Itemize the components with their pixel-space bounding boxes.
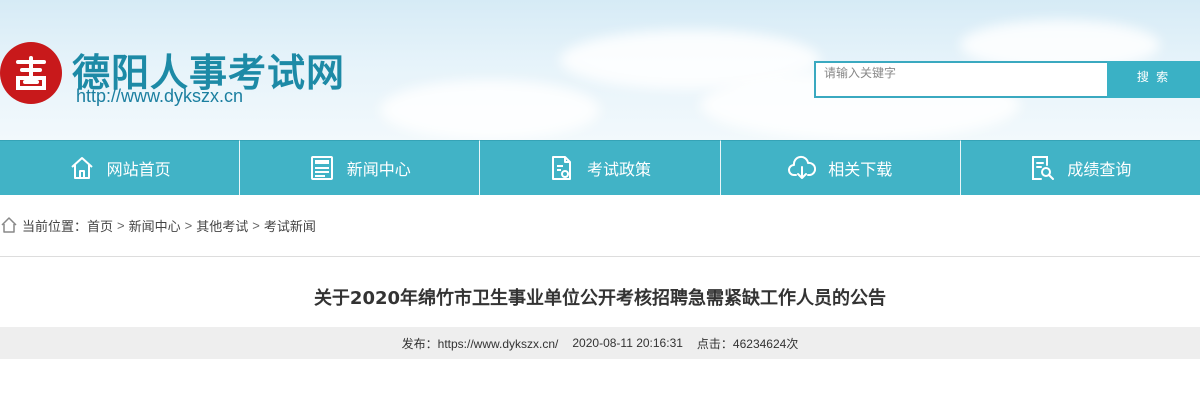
breadcrumb-item-news[interactable]: 新闻中心 — [129, 216, 181, 235]
search-document-icon — [1032, 156, 1055, 180]
article-publisher: 发布：https://www.dykszx.cn/ — [401, 336, 559, 351]
breadcrumb-item-other-exams[interactable]: 其他考试 — [196, 216, 248, 235]
breadcrumb-item-exam-news[interactable]: 考试新闻 — [264, 216, 316, 235]
article-meta: 发布：https://www.dykszx.cn/ 2020-08-11 20:… — [0, 327, 1200, 359]
nav-item-label: 相关下载 — [828, 162, 893, 179]
site-url: http://www.dykszx.cn — [76, 86, 244, 106]
nav-item-home[interactable]: 网站首页 — [0, 140, 241, 195]
nav-item-scores[interactable]: 成绩查询 — [960, 140, 1200, 195]
home-icon — [70, 157, 93, 179]
breadcrumb-separator: > — [184, 217, 193, 233]
nav-item-policy[interactable]: 考试政策 — [480, 140, 721, 195]
site-header: 德阳人事考试网 http://www.dykszx.cn 搜 索 — [0, 0, 1200, 140]
breadcrumb-separator: > — [252, 217, 260, 233]
article-date: 2020-08-11 20:16:31 — [572, 336, 683, 350]
search-input[interactable] — [816, 63, 1107, 96]
main-nav: 网站首页 新闻中心 考试政策 相关下载 成绩查询 — [0, 140, 1200, 195]
nav-item-downloads[interactable]: 相关下载 — [720, 140, 961, 195]
nav-item-label: 考试政策 — [587, 162, 652, 179]
news-icon — [310, 156, 333, 180]
logo-seal-icon[interactable] — [0, 42, 62, 104]
nav-item-label: 新闻中心 — [346, 162, 411, 179]
search-button[interactable]: 搜 索 — [1107, 61, 1200, 98]
search-box — [814, 61, 1109, 98]
cloud-download-icon — [788, 155, 817, 179]
breadcrumb-prefix: 当前位置： — [22, 218, 88, 234]
article-clicks: 点击：46234624次 — [696, 336, 799, 351]
nav-item-label: 成绩查询 — [1067, 162, 1132, 179]
nav-item-label: 网站首页 — [106, 162, 171, 179]
article-title: 关于2020年绵竹市卫生事业单位公开考核招聘急需紧缺工作人员的公告 — [313, 288, 887, 309]
breadcrumb: 当前位置： 首页 > 新闻中心 > 其他考试 > 考试新闻 — [0, 214, 316, 236]
breadcrumb-item-home[interactable]: 首页 — [87, 216, 113, 235]
home-icon — [1, 217, 17, 233]
policy-icon — [552, 156, 571, 180]
cloud-decoration — [380, 80, 600, 140]
divider — [0, 256, 1200, 257]
nav-item-news[interactable]: 新闻中心 — [240, 140, 481, 195]
breadcrumb-separator: > — [117, 217, 125, 233]
